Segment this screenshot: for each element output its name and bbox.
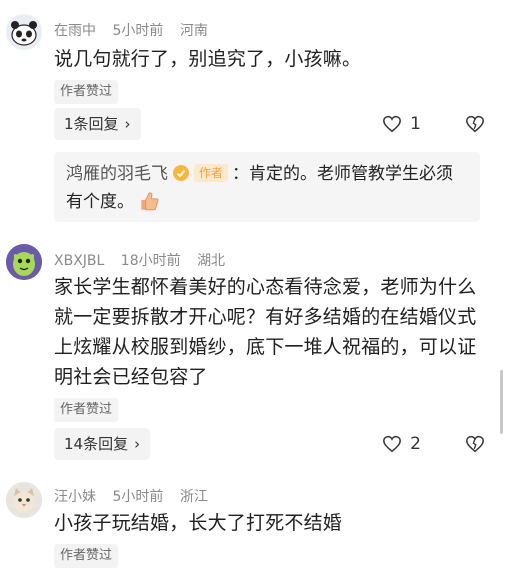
cat-avatar-icon (6, 482, 42, 518)
comment-text: 说几句就行了，别追究了，小孩嘛。 (54, 48, 362, 70)
broken-heart-icon (466, 115, 484, 133)
verified-badge-icon (173, 165, 189, 181)
author-liked-badge: 作者赞过 (54, 398, 119, 422)
like-button[interactable]: 2 (382, 428, 421, 460)
comment-meta: XBXJBL 18小时前 湖北 (54, 250, 225, 270)
chevron-right-icon: › (134, 435, 141, 453)
thumbs-up-emoji-icon (141, 192, 159, 211)
username[interactable]: XBXJBL (54, 253, 104, 269)
like-count: 2 (410, 434, 421, 454)
comment-text: 家长学生都怀着美好的心态看待念爱，老师为什么就一定要拆散才开心呢？有好多结婚的在… (54, 276, 477, 388)
scrollbar[interactable] (500, 370, 503, 434)
timestamp: 5小时前 (112, 23, 164, 39)
heart-outline-icon (383, 435, 402, 453)
dislike-button[interactable] (465, 428, 485, 460)
replies-count-label: 14条回复 (64, 435, 129, 453)
sub-reply[interactable]: 鸿雁的羽毛飞 作者 ：肯定的。老师管教学生必须有个度。 (54, 152, 480, 222)
timestamp: 18小时前 (120, 253, 181, 269)
author-liked-badge: 作者赞过 (54, 544, 119, 568)
comment-meta: 汪小妹 5小时前 浙江 (54, 486, 208, 506)
view-replies-button[interactable]: 1条回复 › (54, 108, 141, 140)
username[interactable]: 在雨中 (54, 23, 96, 39)
like-count: 1 (410, 114, 421, 134)
location: 浙江 (179, 489, 208, 505)
dislike-button[interactable] (465, 108, 485, 140)
green-character-avatar-icon (6, 244, 42, 280)
panda-avatar-icon (6, 14, 42, 50)
comment-meta: 在雨中 5小时前 河南 (54, 20, 208, 40)
location: 河南 (179, 23, 208, 39)
timestamp: 5小时前 (112, 489, 164, 505)
reply-username[interactable]: 鸿雁的羽毛飞 (66, 164, 168, 184)
heart-outline-icon (383, 115, 402, 133)
location: 湖北 (197, 253, 226, 269)
broken-heart-icon (466, 435, 484, 453)
chevron-right-icon: › (124, 115, 131, 133)
author-tag: 作者 (194, 164, 229, 182)
username[interactable]: 汪小妹 (54, 489, 96, 505)
comment-text: 小孩子玩结婚，长大了打死不结婚 (54, 512, 343, 534)
avatar[interactable] (6, 244, 42, 280)
view-replies-button[interactable]: 14条回复 › (54, 428, 151, 460)
author-liked-badge: 作者赞过 (54, 80, 119, 104)
avatar[interactable] (6, 14, 42, 50)
avatar[interactable] (6, 482, 42, 518)
like-button[interactable]: 1 (382, 108, 421, 140)
replies-count-label: 1条回复 (64, 115, 119, 133)
